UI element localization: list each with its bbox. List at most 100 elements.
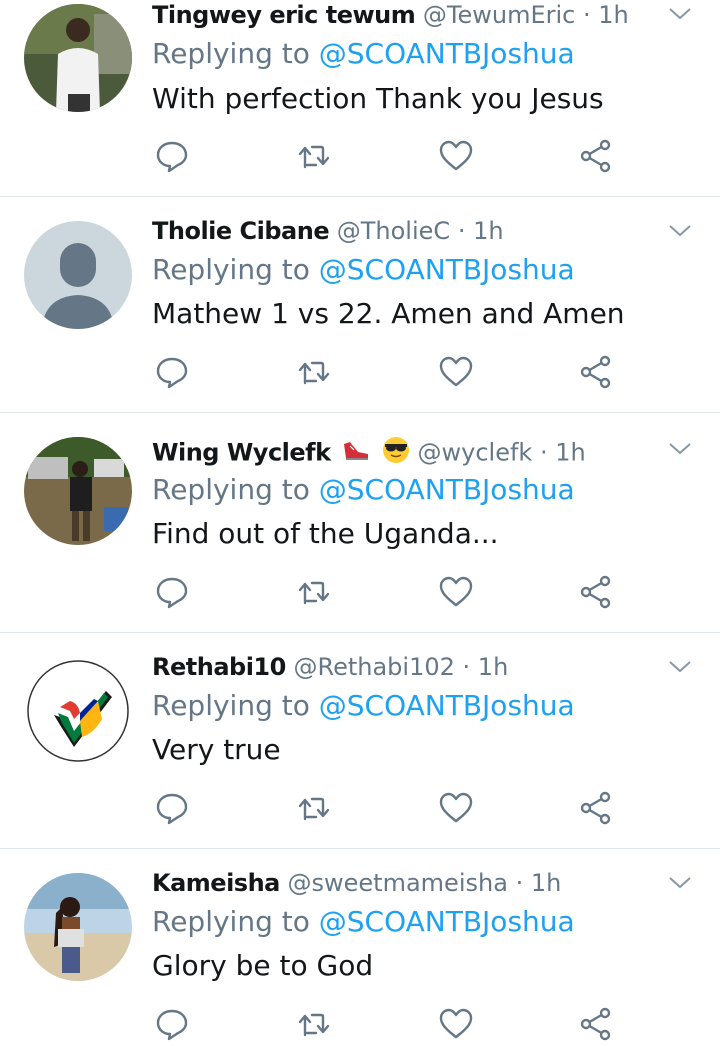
separator-dot: · xyxy=(539,438,548,467)
chevron-down-icon[interactable] xyxy=(668,655,692,679)
reply-icon xyxy=(156,1009,188,1041)
user-handle[interactable]: @wyclefk xyxy=(418,439,533,467)
tweet-header: Kameisha @sweetmameisha · 1h xyxy=(152,868,561,898)
tweet[interactable]: Wing Wyclefk @wyclefk · 1h Replying to @… xyxy=(0,413,720,633)
action-bar xyxy=(154,574,614,610)
separator-dot: · xyxy=(462,653,471,681)
action-bar xyxy=(154,354,614,390)
retweet-icon xyxy=(298,797,330,821)
timestamp[interactable]: 1h xyxy=(478,653,508,681)
mention-link[interactable]: @SCOANTBJoshua xyxy=(319,905,575,938)
replying-to-line: Replying to @SCOANTBJoshua xyxy=(152,904,575,940)
tweet-text: With perfection Thank you Jesus xyxy=(152,82,604,115)
share-icon xyxy=(580,791,611,825)
share-button[interactable] xyxy=(578,1006,614,1042)
tweet[interactable]: Tingwey eric tewum @TewumEric · 1h Reply… xyxy=(0,0,720,197)
share-button[interactable] xyxy=(578,354,614,390)
timestamp[interactable]: 1h xyxy=(531,869,561,897)
action-bar xyxy=(154,790,614,826)
tweet-header: Tholie Cibane @TholieC · 1h xyxy=(152,216,504,246)
like-button[interactable] xyxy=(438,1006,474,1042)
display-name[interactable]: Rethabi10 xyxy=(152,653,286,681)
display-name[interactable]: Tingwey eric tewum xyxy=(152,1,416,29)
mention-link[interactable]: @SCOANTBJoshua xyxy=(319,473,575,506)
tweet-header: Tingwey eric tewum @TewumEric · 1h xyxy=(152,0,629,30)
replying-to-label: Replying to xyxy=(152,253,310,286)
timestamp[interactable]: 1h xyxy=(598,1,628,29)
avatar[interactable] xyxy=(24,437,132,545)
like-button[interactable] xyxy=(438,574,474,610)
heart-icon xyxy=(439,356,473,387)
tweet[interactable]: Kameisha @sweetmameisha · 1h Replying to… xyxy=(0,849,720,1041)
share-button[interactable] xyxy=(578,138,614,174)
tweet-header: Rethabi10 @Rethabi102 · 1h xyxy=(152,652,508,682)
tweet[interactable]: Tholie Cibane @TholieC · 1h Replying to … xyxy=(0,197,720,413)
reply-button[interactable] xyxy=(154,790,190,826)
timestamp[interactable]: 1h xyxy=(555,439,585,467)
avatar[interactable] xyxy=(24,873,132,981)
retweet-button[interactable] xyxy=(296,574,332,610)
share-button[interactable] xyxy=(578,790,614,826)
user-handle[interactable]: @Rethabi102 xyxy=(293,653,454,681)
like-button[interactable] xyxy=(438,138,474,174)
like-button[interactable] xyxy=(438,354,474,390)
timestamp[interactable]: 1h xyxy=(473,217,503,245)
display-name[interactable]: Wing Wyclefk xyxy=(152,439,331,467)
replying-to-label: Replying to xyxy=(152,905,310,938)
heart-icon xyxy=(439,140,473,171)
like-button[interactable] xyxy=(438,790,474,826)
replying-to-label: Replying to xyxy=(152,37,310,70)
reply-button[interactable] xyxy=(154,354,190,390)
chevron-down-icon[interactable] xyxy=(668,219,692,243)
replying-to-label: Replying to xyxy=(152,473,310,506)
reply-button[interactable] xyxy=(154,574,190,610)
tweet-text: Mathew 1 vs 22. Amen and Amen xyxy=(152,297,625,330)
tweet-text: Glory be to God xyxy=(152,949,374,982)
chevron-down-icon[interactable] xyxy=(668,871,692,895)
display-name[interactable]: Kameisha xyxy=(152,869,280,897)
heart-icon xyxy=(439,1008,473,1039)
heart-icon xyxy=(439,792,473,823)
retweet-button[interactable] xyxy=(296,354,332,390)
action-bar xyxy=(154,138,614,174)
retweet-icon xyxy=(298,581,330,605)
separator-dot: · xyxy=(583,1,591,29)
reply-icon xyxy=(156,793,188,825)
retweet-button[interactable] xyxy=(296,138,332,174)
user-handle[interactable]: @TholieC xyxy=(337,217,450,245)
retweet-button[interactable] xyxy=(296,790,332,826)
user-handle[interactable]: @sweetmameisha xyxy=(288,869,508,897)
display-name[interactable]: Tholie Cibane xyxy=(152,217,330,245)
retweet-button[interactable] xyxy=(296,1006,332,1042)
mention-link[interactable]: @SCOANTBJoshua xyxy=(319,689,575,722)
avatar[interactable] xyxy=(24,221,132,329)
chevron-down-icon[interactable] xyxy=(668,2,692,26)
reply-icon xyxy=(156,141,188,173)
mention-link[interactable]: @SCOANTBJoshua xyxy=(319,253,575,286)
replying-to-label: Replying to xyxy=(152,689,310,722)
replying-to-line: Replying to @SCOANTBJoshua xyxy=(152,472,575,508)
tweet-text: Very true xyxy=(152,733,281,766)
reply-button[interactable] xyxy=(154,1006,190,1042)
reply-button[interactable] xyxy=(154,138,190,174)
user-handle[interactable]: @TewumEric xyxy=(423,1,575,29)
avatar[interactable] xyxy=(24,657,132,765)
share-button[interactable] xyxy=(578,574,614,610)
reply-icon xyxy=(156,577,188,609)
share-icon xyxy=(580,575,611,609)
tweet-text: Find out of the Uganda... xyxy=(152,517,499,550)
replying-to-line: Replying to @SCOANTBJoshua xyxy=(152,36,575,72)
separator-dot: · xyxy=(515,869,524,897)
retweet-icon xyxy=(298,145,330,169)
chevron-down-icon[interactable] xyxy=(668,437,692,461)
share-icon xyxy=(580,355,611,389)
share-icon xyxy=(580,139,611,173)
tweet[interactable]: Rethabi10 @Rethabi102 · 1h Replying to @… xyxy=(0,633,720,849)
mention-link[interactable]: @SCOANTBJoshua xyxy=(319,37,575,70)
avatar[interactable] xyxy=(24,4,132,112)
reply-icon xyxy=(156,357,188,389)
retweet-icon xyxy=(298,361,330,385)
separator-dot: · xyxy=(457,217,466,245)
retweet-icon xyxy=(298,1013,330,1037)
shoe-emoji-icon xyxy=(342,438,370,469)
